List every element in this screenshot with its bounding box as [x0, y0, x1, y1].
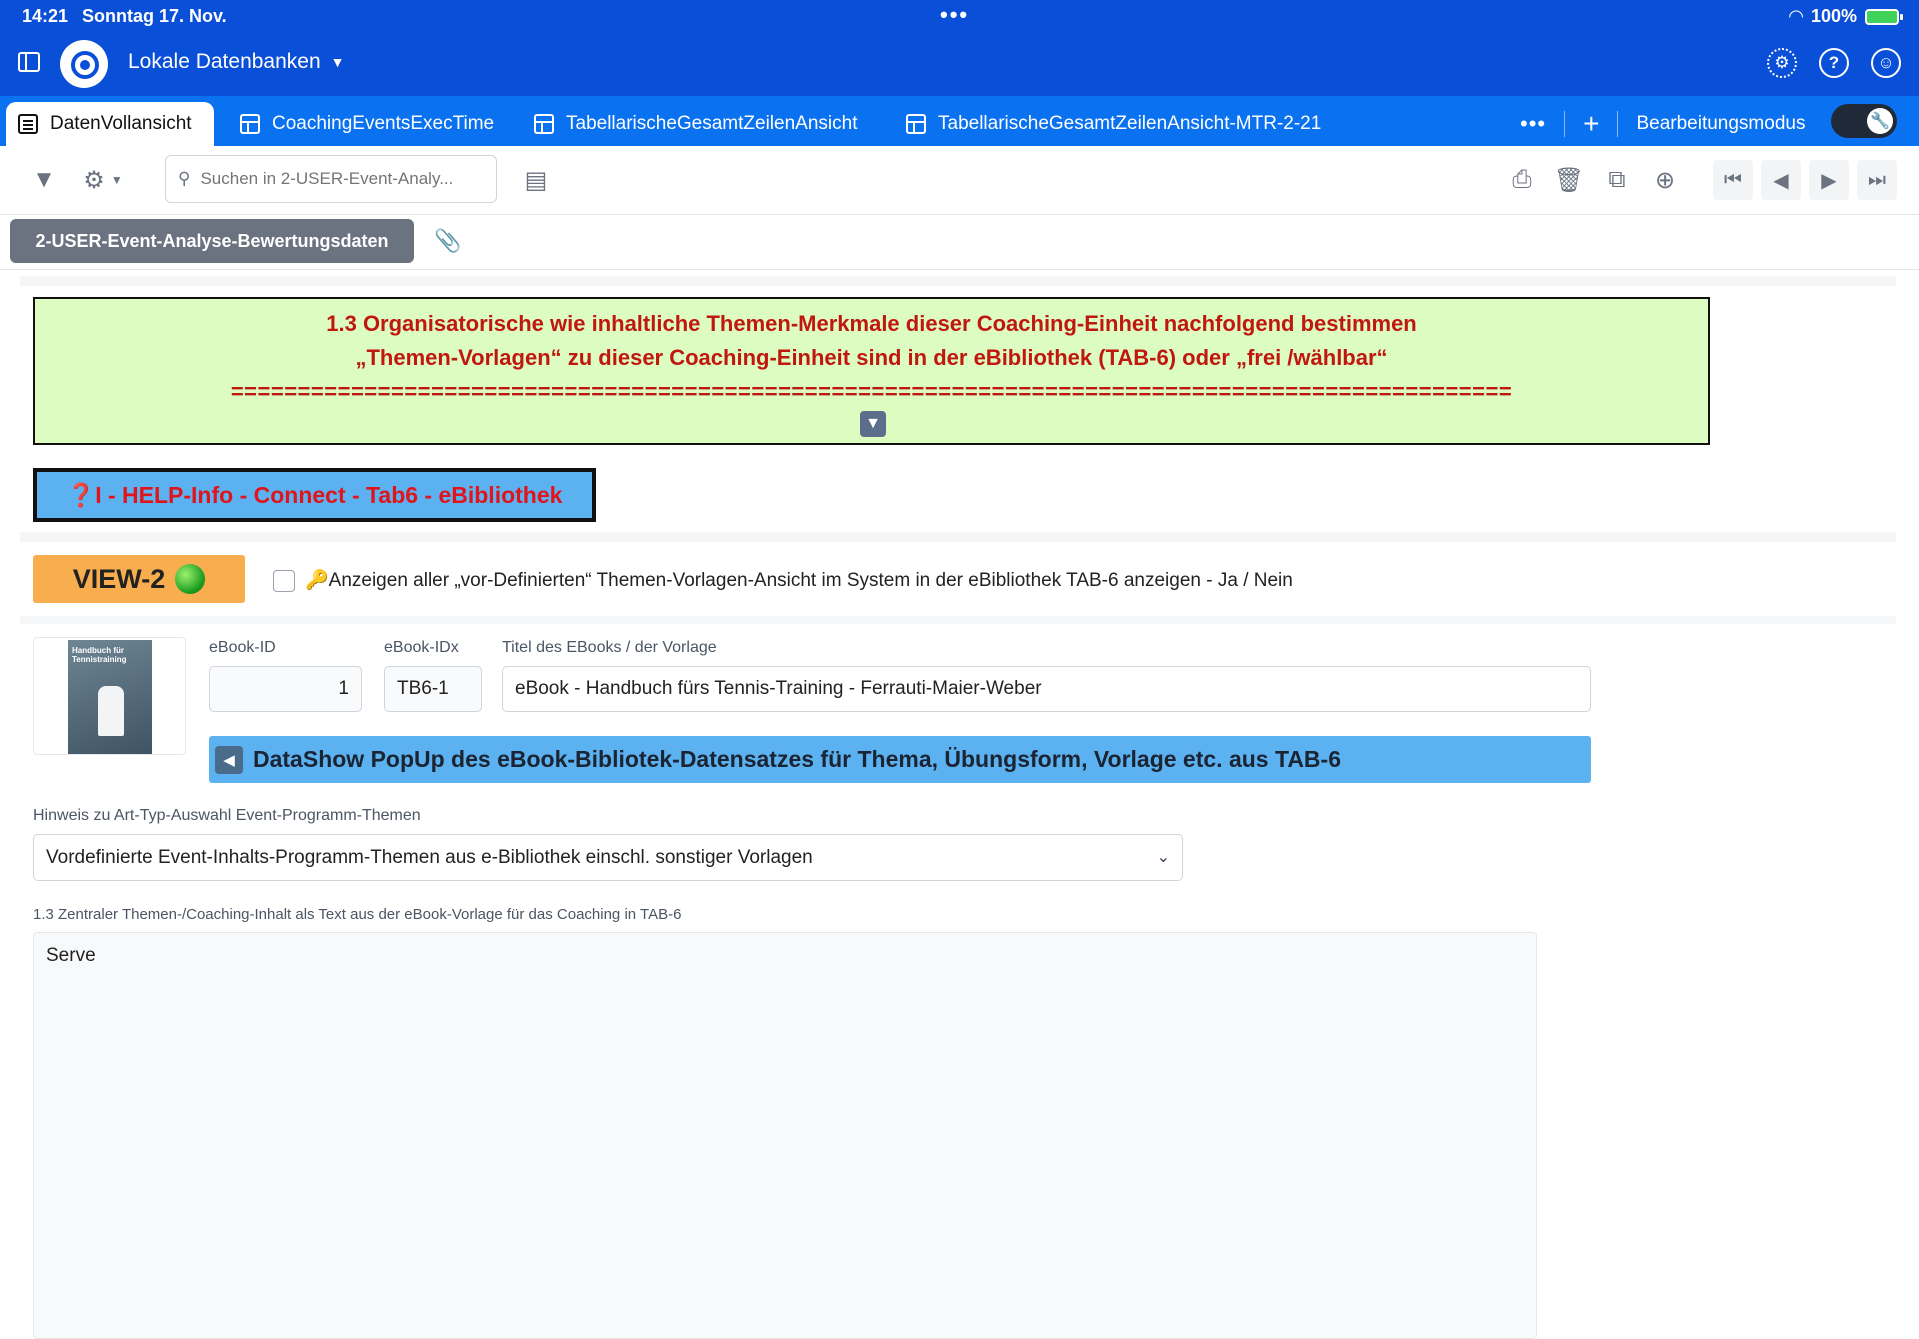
search-field[interactable]: ⚲ [165, 155, 497, 203]
tab-datenvollansicht[interactable]: DatenVollansicht [6, 102, 214, 146]
chevron-down-icon: ⌄ [1156, 849, 1170, 866]
hint-select-value: Vordefinierte Event-Inhalts-Programm-The… [46, 846, 813, 868]
tab-tabellarische-gesamtzeilenansicht[interactable]: TabellarischeGesamtZeilenAnsicht [522, 102, 869, 146]
print-icon[interactable]: ⎙ [1508, 166, 1536, 194]
tennis-player-figure-icon [98, 686, 124, 736]
table-icon [534, 114, 554, 134]
app-header: Lokale Datenbanken ▼ ⚙ ? ☺ [0, 34, 1919, 96]
view-badge[interactable]: VIEW-2 [33, 555, 245, 603]
battery-icon [1865, 8, 1903, 25]
show-all-templates-label: 🔑Anzeigen aller „vor-Definierten“ Themen… [305, 570, 1293, 591]
view-badge-label: VIEW-2 [72, 563, 166, 594]
ebook-title-label: Titel des EBooks / der Vorlage [502, 639, 717, 656]
settings-gear-icon[interactable]: ⚙ [1767, 48, 1797, 78]
last-record-icon[interactable]: ⏭ [1857, 160, 1897, 200]
ebook-title-field[interactable]: eBook - Handbuch fürs Tennis-Training - … [502, 666, 1591, 712]
back-arrow-icon: ◀ [215, 745, 243, 774]
ebook-idx-label: eBook-IDx [384, 639, 459, 656]
ebook-id-field[interactable]: 1 [209, 666, 362, 712]
more-tabs-icon[interactable]: ••• [1520, 111, 1546, 137]
tab-divider [1617, 111, 1619, 137]
table-icon [906, 114, 926, 134]
next-record-icon[interactable]: ▶ [1809, 160, 1849, 200]
database-selector[interactable]: Lokale Datenbanken ▼ [128, 50, 345, 74]
help-info-button[interactable]: ❓I - HELP-Info - Connect - Tab6 - eBibli… [33, 468, 596, 522]
central-text-area[interactable]: Serve [33, 932, 1537, 1339]
tab-coachingeventsexectime[interactable]: CoachingEventsExecTime [228, 102, 506, 146]
section-band [20, 616, 1896, 624]
ebook-idx-field[interactable]: TB6-1 [384, 666, 482, 712]
layout-rows-icon[interactable]: ▤ [522, 166, 550, 194]
sidebar-toggle-icon[interactable] [18, 52, 40, 72]
expand-down-icon[interactable]: ▼ [860, 411, 886, 437]
green-status-dot-icon [175, 564, 206, 594]
add-tab-icon[interactable]: + [1583, 108, 1599, 140]
first-record-icon[interactable]: ⏮ [1713, 160, 1753, 200]
central-text-label: 1.3 Zentraler Themen-/Coaching-Inhalt al… [33, 906, 682, 923]
edit-mode-label: Bearbeitungsmodus [1636, 113, 1806, 134]
show-all-templates-checkbox[interactable] [273, 570, 295, 592]
section-header-box: 1.3 Organisatorische wie inhaltliche The… [33, 297, 1710, 445]
attachment-icon[interactable]: 📎 [434, 228, 461, 254]
datashow-popup-label: DataShow PopUp des eBook-Bibliotek-Daten… [253, 746, 1341, 772]
section-band [20, 276, 1896, 286]
tab-label: TabellarischeGesamtZeilenAnsicht [566, 113, 858, 134]
search-icon: ⚲ [178, 169, 191, 188]
tab-label: TabellarischeGesamtZeilenAnsicht-MTR-2-2… [938, 113, 1322, 134]
tab-label: CoachingEventsExecTime [272, 113, 495, 134]
form-view-icon [18, 114, 38, 134]
wrench-icon: 🔧 [1867, 108, 1893, 134]
record-tab[interactable]: 2-USER-Event-Analyse-Bewertungsdaten [10, 219, 414, 263]
section-header-line2: „Themen-Vorlagen“ zu dieser Coaching-Ein… [355, 345, 1388, 370]
section-header-line1: 1.3 Organisatorische wie inhaltliche The… [326, 311, 1417, 336]
ebook-cover-title: Handbuch für Tennistraining [72, 646, 127, 664]
multitask-dots-icon[interactable]: ••• [940, 2, 969, 28]
section-band [20, 532, 1896, 542]
add-record-icon[interactable]: ⊕ [1651, 166, 1679, 194]
hint-select-label: Hinweis zu Art-Typ-Auswahl Event-Program… [33, 807, 421, 824]
section-header-separator: ========================================… [230, 379, 1513, 404]
tab-divider [1564, 111, 1566, 137]
divider [0, 269, 1919, 270]
settings-dropdown-icon[interactable]: ⚙ ▼ [78, 166, 128, 194]
status-bar: 14:21 Sonntag 17. Nov. ••• ◠ 100% [0, 0, 1919, 34]
status-time: 14:21 [22, 6, 69, 26]
help-icon[interactable]: ? [1819, 48, 1849, 78]
app-logo-icon[interactable] [60, 40, 108, 88]
table-icon [240, 114, 260, 134]
battery-percent: 100% [1810, 6, 1857, 26]
tab-label: DatenVollansicht [50, 113, 192, 134]
duplicate-icon[interactable]: ⧉ [1603, 166, 1631, 194]
view-tab-bar: DatenVollansicht CoachingEventsExecTime … [0, 96, 1919, 146]
edit-mode-toggle[interactable]: 🔧 [1831, 104, 1897, 138]
account-icon[interactable]: ☺ [1871, 48, 1901, 78]
status-date: Sonntag 17. Nov. [82, 6, 227, 26]
chevron-down-icon: ▼ [330, 54, 345, 70]
ebook-cover-image: Handbuch für Tennistraining [68, 640, 152, 754]
search-input[interactable] [198, 168, 463, 190]
database-selector-label: Lokale Datenbanken [128, 50, 321, 73]
wifi-icon: ◠ [1789, 6, 1803, 26]
ebook-cover-card[interactable]: Handbuch für Tennistraining [33, 637, 186, 755]
record-toolbar: ▼ ⚙▼ ⚲ ▤ ⎙ 🗑 ⧉ ⊕ ⏮ ◀ ▶ ⏭ [0, 146, 1919, 215]
filter-icon[interactable]: ▼ [30, 166, 58, 194]
delete-trash-icon[interactable]: 🗑 [1554, 166, 1584, 194]
hint-select-dropdown[interactable]: Vordefinierte Event-Inhalts-Programm-The… [33, 834, 1183, 881]
tab-tabellarische-gesamtzeilenansicht-mtr[interactable]: TabellarischeGesamtZeilenAnsicht-MTR-2-2… [894, 102, 1333, 146]
datashow-popup-button[interactable]: ◀ DataShow PopUp des eBook-Bibliotek-Dat… [209, 736, 1591, 783]
previous-record-icon[interactable]: ◀ [1761, 160, 1801, 200]
ebook-id-label: eBook-ID [209, 639, 276, 656]
